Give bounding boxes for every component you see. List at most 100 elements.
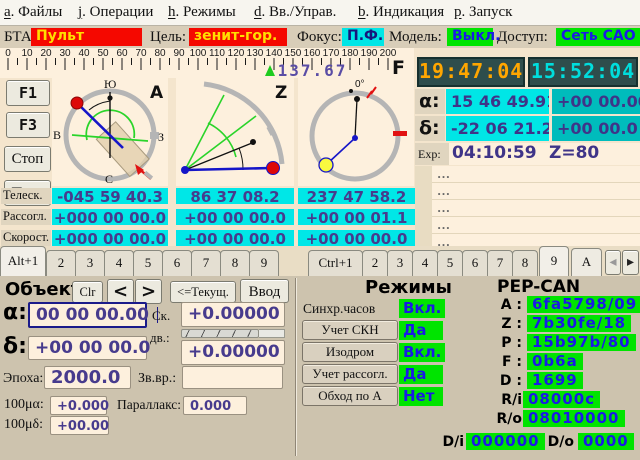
azimuth-dial: Ю В З С A	[52, 78, 168, 186]
tab-alt-7[interactable]: 7	[191, 250, 221, 276]
mu-delta-text: +00.00	[57, 419, 109, 434]
tab-alt-1[interactable]: Alt+1	[0, 246, 46, 276]
speed-p-value: +00 00 00.0	[298, 230, 415, 246]
tab-ctrl-3[interactable]: 3	[387, 250, 413, 276]
menu-files[interactable]: a. Файлы	[4, 4, 62, 21]
dial-p-zero-label: 0°	[355, 79, 365, 90]
object-speed2-input[interactable]: +0.00000	[181, 340, 285, 365]
delta-correction-value: +00 00.0	[552, 116, 640, 141]
tab-alt-4[interactable]: 4	[104, 250, 134, 276]
pepcan-p-value: 15b97b/80	[527, 334, 636, 351]
axis-letter-f: F	[392, 57, 405, 79]
local-time-clock: 19:47:04	[417, 57, 525, 87]
bypass-a-value: Нет	[399, 387, 443, 406]
isodrome-button[interactable]: Изодром	[302, 342, 398, 362]
copy-current-button[interactable]: <=Текущ.	[170, 281, 236, 303]
tab-ctrl-9[interactable]: 9	[539, 246, 569, 276]
compass-south-label: Ю	[104, 77, 116, 92]
tab-alt-2[interactable]: 2	[46, 250, 76, 276]
stop-button[interactable]: Стоп	[4, 146, 51, 172]
object-speed1-text: +0.00000	[188, 304, 280, 324]
pepcan-p-label: P :	[486, 335, 522, 351]
pepcan-a-label: A :	[486, 297, 522, 313]
next-object-button[interactable]: >	[135, 279, 162, 304]
bypass-a-button[interactable]: Обход по А	[302, 386, 398, 406]
tab-scroll-left-icon[interactable]: ◂	[605, 250, 621, 275]
tab-ctrl-7[interactable]: 7	[487, 250, 513, 276]
sidereal-input[interactable]	[182, 366, 283, 389]
modes-title: Режимы	[365, 277, 452, 298]
object-title: Объект	[5, 279, 81, 300]
tab-alt-8[interactable]: 8	[220, 250, 250, 276]
message-row: …	[415, 166, 640, 183]
tab-alt-9[interactable]: 9	[249, 250, 279, 276]
pepcan-d-label: D :	[486, 373, 522, 389]
mu-alpha-label: 100μα:	[4, 397, 44, 413]
tab-ctrl-6[interactable]: 6	[462, 250, 488, 276]
mismatch-account-value: Да	[399, 365, 443, 384]
delta-coord-label: δ:	[415, 116, 445, 141]
tab-alt-3[interactable]: 3	[75, 250, 105, 276]
tab-ctrl-1[interactable]: Ctrl+1	[308, 250, 363, 276]
focus-indicator: П.Ф.	[342, 28, 384, 46]
pepcan-f-label: F :	[486, 354, 522, 370]
menu-io-control[interactable]: d. Вв./Управ.	[254, 4, 336, 21]
access-label: Доступ:	[497, 29, 548, 46]
epoch-input[interactable]: 2000.0	[44, 366, 131, 389]
object-alpha-input[interactable]: 00 00 00.00	[28, 302, 147, 328]
parallax-input[interactable]: 0.000	[183, 396, 247, 415]
pepcan-di-label: D/i	[438, 434, 464, 450]
speed-slider-grip[interactable]	[181, 329, 259, 338]
menu-launch[interactable]: p. Запуск	[454, 4, 512, 21]
object-delta-text: +00 00 00.0	[35, 338, 150, 358]
prev-object-button[interactable]: <	[107, 279, 134, 304]
pepcan-ri-value: 08000c	[523, 391, 600, 408]
pepcan-ro-label: R/o	[486, 411, 522, 427]
pepcan-z-label: Z :	[486, 316, 522, 332]
clock-sync-label: Синхр.часов	[303, 301, 375, 317]
pepcan-a-value: 6fa5798/09	[527, 296, 640, 313]
f1-button[interactable]: F1	[6, 80, 50, 106]
object-speed1-input[interactable]: +0.00000	[181, 302, 285, 327]
exposure-label: Exp:	[415, 143, 449, 165]
bta-control-window: a. Файлы j. Операции h. Режимы d. Вв./Уп…	[0, 0, 640, 460]
isodrome-value: Вкл.	[399, 343, 445, 362]
menu-modes[interactable]: h. Режимы	[168, 4, 236, 21]
clear-button[interactable]: Clr	[72, 281, 103, 303]
mu-alpha-input[interactable]: +0.000	[50, 396, 107, 415]
menu-indication[interactable]: b. Индикация	[358, 4, 444, 21]
enter-button[interactable]: Ввод	[240, 279, 289, 303]
dial-a-label: A	[150, 83, 163, 103]
movement-label: дв.:	[150, 330, 170, 346]
skn-account-button[interactable]: Учет СКН	[302, 320, 398, 340]
exposure-value: 04:10:59	[452, 143, 537, 163]
f3-button[interactable]: F3	[6, 112, 50, 138]
mismatch-z-value: +00 00 00.0	[176, 209, 294, 225]
menu-operations[interactable]: j. Операции	[78, 4, 153, 21]
model-indicator: Выкл.	[447, 28, 493, 46]
speed-slider-track[interactable]	[259, 329, 285, 338]
telescope-z-value: 86 37 08.2	[176, 188, 294, 204]
ruler-ticks	[0, 58, 414, 72]
tab-ctrl-8[interactable]: 8	[512, 250, 538, 276]
tab-alt-5[interactable]: 5	[133, 250, 163, 276]
pepcan-title: PEP-CAN	[497, 277, 580, 297]
alpha-correction-value: +00 00.00	[552, 89, 640, 114]
pepcan-f-value: 0b6a	[527, 353, 583, 370]
mu-delta-input[interactable]: +00.00	[50, 416, 109, 435]
tab-ctrl-2[interactable]: 2	[362, 250, 388, 276]
parallax-text: 0.000	[190, 399, 231, 414]
tab-ctrl-5[interactable]: 5	[437, 250, 463, 276]
object-delta-input[interactable]: +00 00 00.0	[28, 336, 147, 360]
message-row: …	[415, 217, 640, 234]
tab-a[interactable]: A	[571, 248, 602, 276]
mismatch-account-button[interactable]: Учет рассогл.	[302, 364, 398, 384]
mismatch-p-value: +00 00 01.1	[298, 209, 415, 225]
tab-ctrl-4[interactable]: 4	[412, 250, 438, 276]
object-speed2-text: +0.00000	[188, 342, 280, 362]
telescope-p-value: 237 47 58.2	[298, 188, 415, 204]
pepcan-di-value: 000000	[466, 433, 545, 450]
tab-scroll-right-icon[interactable]: ▸	[622, 250, 639, 275]
tab-alt-6[interactable]: 6	[162, 250, 192, 276]
pepcan-d-value: 1699	[527, 372, 583, 389]
